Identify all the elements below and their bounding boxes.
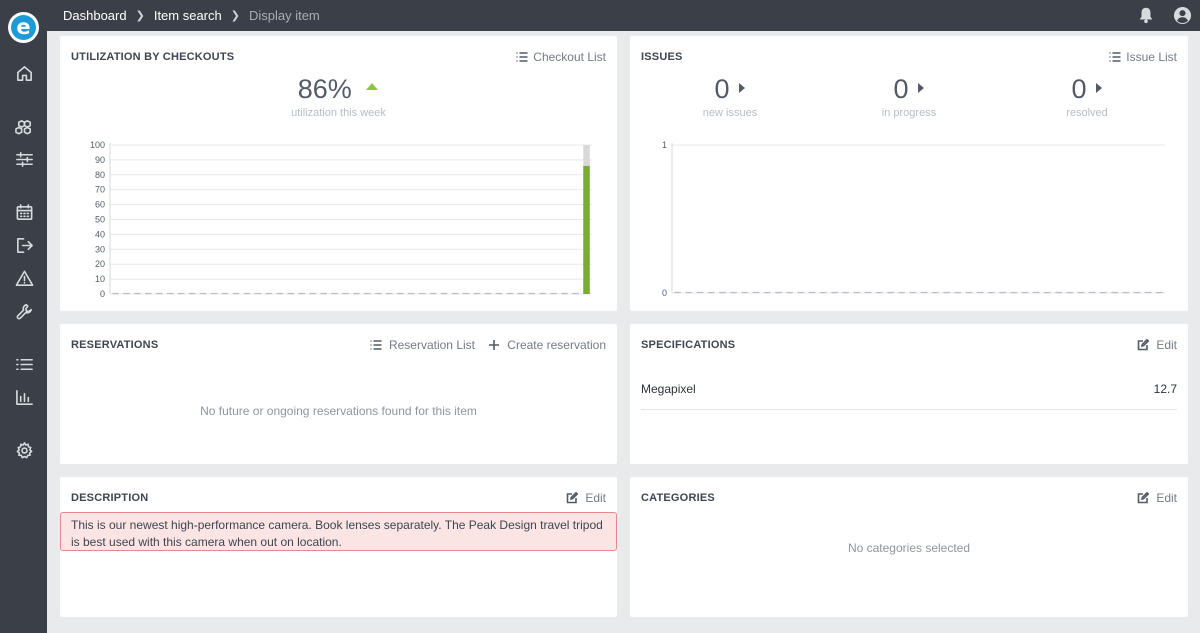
y-tick-label: 50 [95, 215, 105, 225]
card-title: UTILIZATION BY CHECKOUTS [71, 51, 235, 63]
in-progress-value: 0 [893, 74, 909, 104]
bell-icon[interactable] [1136, 5, 1156, 25]
bar-remainder [583, 145, 590, 166]
new-issues-metric[interactable]: 0 new issues [670, 74, 790, 119]
checkout-list-link[interactable]: Checkout List [516, 50, 606, 64]
breadcrumb-item-search[interactable]: Item search [154, 8, 222, 23]
caret-right-icon [738, 83, 745, 93]
categories-empty-message: No categories selected [847, 541, 971, 555]
list-icon [370, 340, 382, 350]
utilization-value: 86% [297, 74, 352, 104]
utilization-metric: 86% utilization this week [60, 74, 617, 119]
edit-label: Edit [585, 491, 606, 505]
edit-icon [1138, 492, 1150, 504]
home-icon[interactable] [13, 62, 35, 84]
utilization-caption: utilization this week [291, 107, 386, 119]
y-tick-label: 0 [100, 289, 105, 299]
chevron-right-icon: ❯ [135, 10, 145, 22]
description-edit-button[interactable]: Edit [566, 491, 606, 505]
resolved-value: 0 [1071, 74, 1087, 104]
chevron-right-icon: ❯ [230, 10, 240, 22]
list-icon [1109, 52, 1121, 62]
user-avatar-icon[interactable] [1172, 5, 1192, 25]
description-card: DESCRIPTION Edit This is our newest high… [60, 477, 617, 617]
sliders-icon[interactable] [13, 148, 35, 170]
calendar-icon[interactable] [13, 201, 35, 223]
in-progress-label: in progress [881, 107, 937, 119]
sidebar: e [0, 0, 47, 633]
y-tick-label: 90 [95, 155, 105, 165]
resolved-label: resolved [1066, 107, 1108, 119]
y-tick-label: 60 [95, 200, 105, 210]
list-icon[interactable] [13, 353, 35, 375]
card-title: RESERVATIONS [71, 339, 159, 351]
utilization-card: UTILIZATION BY CHECKOUTS Checkout List 8… [60, 36, 617, 311]
warning-icon[interactable] [13, 267, 35, 289]
y-tick-label: 100 [90, 140, 105, 150]
wrench-icon[interactable] [13, 300, 35, 322]
y-tick-label: 20 [95, 259, 105, 269]
bar-chart-icon[interactable] [13, 386, 35, 408]
edit-label: Edit [1156, 338, 1177, 352]
new-issues-label: new issues [702, 107, 758, 119]
spec-value: 12.7 [1153, 382, 1177, 396]
gear-icon[interactable] [13, 439, 35, 461]
reservations-card: RESERVATIONS Reservation List Create res… [60, 324, 617, 464]
edit-icon [567, 492, 579, 504]
specifications-card: SPECIFICATIONS Edit Megapixel 12.7 [630, 324, 1188, 464]
new-issues-value: 0 [714, 74, 730, 104]
y-tick-label: 70 [95, 185, 105, 195]
spec-row: Megapixel 12.7 [641, 382, 1177, 410]
utilization-chart: 0 10 20 30 40 50 60 70 80 90 100 [90, 140, 592, 299]
caret-right-icon [1095, 83, 1102, 93]
issue-list-link[interactable]: Issue List [1109, 50, 1177, 64]
card-title: CATEGORIES [641, 492, 715, 504]
plus-icon [489, 340, 500, 350]
categories-edit-button[interactable]: Edit [1137, 491, 1177, 505]
y-tick-label: 30 [95, 244, 105, 254]
checkout-list-label: Checkout List [533, 50, 606, 64]
y-tick-label: 40 [95, 229, 105, 239]
bar [583, 165, 590, 294]
edit-icon [1138, 339, 1150, 351]
card-title: SPECIFICATIONS [641, 339, 736, 351]
app-logo[interactable]: e [8, 12, 39, 43]
y-tick-label: 1 [662, 140, 667, 150]
list-icon [516, 52, 528, 62]
specifications-edit-button[interactable]: Edit [1137, 338, 1177, 352]
create-reservation-button[interactable]: Create reservation [488, 338, 606, 352]
resolved-metric[interactable]: 0 resolved [1027, 74, 1147, 119]
issues-chart: 01 [662, 140, 1165, 298]
y-tick-label: 80 [95, 170, 105, 180]
y-tick-label: 10 [95, 274, 105, 284]
topbar: Dashboard ❯ Item search ❯ Display item [47, 0, 1200, 31]
reservation-list-link[interactable]: Reservation List [370, 338, 475, 352]
spec-key: Megapixel [641, 382, 696, 396]
trend-up-icon [366, 83, 379, 90]
issue-list-label: Issue List [1126, 50, 1177, 64]
reservation-list-label: Reservation List [388, 338, 475, 352]
caret-right-icon [917, 83, 924, 93]
card-title: DESCRIPTION [71, 492, 149, 504]
breadcrumb-dashboard[interactable]: Dashboard [63, 8, 127, 23]
reservations-empty-message: No future or ongoing reservations found … [200, 404, 477, 418]
issues-card: ISSUES Issue List 0 new issues 0 in prog… [630, 36, 1188, 311]
create-reservation-label: Create reservation [507, 338, 606, 352]
card-title: ISSUES [641, 51, 683, 63]
boxes-icon[interactable] [13, 116, 35, 138]
categories-card: CATEGORIES Edit No categories selected [630, 477, 1188, 617]
edit-label: Edit [1156, 491, 1177, 505]
description-text[interactable]: This is our newest high-performance came… [60, 512, 617, 551]
checkout-icon[interactable] [13, 234, 35, 256]
breadcrumb: Dashboard ❯ Item search ❯ Display item [47, 8, 320, 23]
logo-letter: e [11, 15, 36, 40]
breadcrumb-display-item: Display item [248, 8, 320, 23]
in-progress-metric[interactable]: 0 in progress [849, 74, 969, 119]
y-tick-label: 0 [662, 288, 667, 298]
